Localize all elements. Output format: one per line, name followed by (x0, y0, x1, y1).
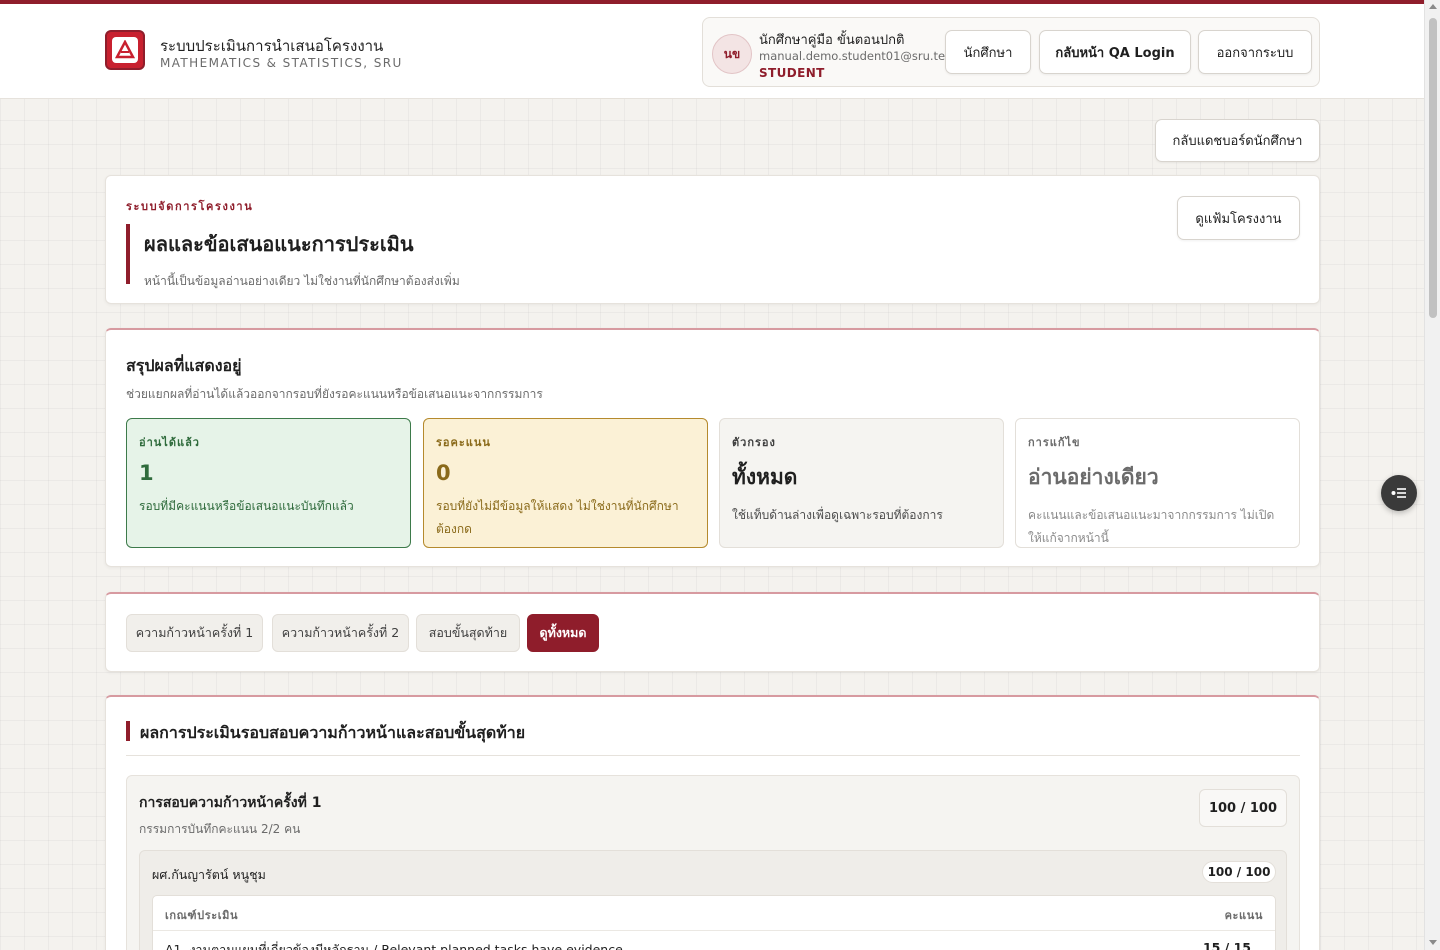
scroll-down-icon[interactable] (1429, 940, 1437, 945)
stat-note: รอบที่ยังไม่มีข้อมูลให้แสดง ไม่ใช่งานที่… (436, 499, 679, 536)
results-title-block: ผลการประเมินรอบสอบความก้าวหน้าและสอบขั้น… (126, 721, 525, 742)
stat-label: ตัวกรอง (732, 436, 776, 449)
results-card: ผลการประเมินรอบสอบความก้าวหน้าและสอบขั้น… (105, 695, 1320, 950)
page-header-card: ระบบจัดการโครงงาน ผลและข้อเสนอแนะการประเ… (105, 175, 1320, 304)
column-header-score: คะแนน (1224, 909, 1263, 922)
tabs-card: ความก้าวหน้าครั้งที่ 1 ความก้าวหน้าครั้ง… (105, 592, 1320, 672)
page-description: หน้านี้เป็นข้อมูลอ่านอย่างเดียว ไม่ใช่งา… (144, 274, 460, 288)
summary-title: สรุปผลที่แสดงอยู่ (126, 356, 242, 375)
scroll-up-icon[interactable] (1429, 4, 1437, 9)
tab-view-all[interactable]: ดูทั้งหมด (527, 614, 599, 652)
stat-pending: รอคะแนน 0 รอบที่ยังไม่มีข้อมูลให้แสดง ไม… (423, 418, 708, 548)
logout-button[interactable]: ออกจากระบบ (1198, 30, 1312, 74)
divider (126, 755, 1300, 756)
committee-score-badge: 100 / 100 (1202, 861, 1276, 883)
criteria-table: เกณฑ์ประเมิน คะแนน A1. งานตามแผนที่เกี่ย… (152, 895, 1276, 950)
stat-readable: อ่านได้แล้ว 1 รอบที่มีคะแนนหรือข้อเสนอแน… (126, 418, 411, 548)
university-logo-icon[interactable] (105, 30, 145, 70)
page-title-block: ผลและข้อเสนอแนะการประเมิน หน้านี้เป็นข้อ… (126, 224, 460, 288)
tab-final-exam[interactable]: สอบขั้นสุดท้าย (416, 614, 520, 652)
stat-value: 0 (436, 461, 451, 485)
stat-value: ทั้งหมด (732, 465, 798, 489)
user-email: manual.demo.student01@sru.test (759, 49, 956, 63)
back-dashboard-button[interactable]: กลับแดชบอร์ดนักศึกษา (1155, 119, 1320, 162)
committee-name: ผศ.กันญารัตน์ หนูชุม (152, 867, 266, 882)
stat-value: 1 (139, 461, 154, 485)
exam-result: การสอบความก้าวหน้าครั้งที่ 1 กรรมการบันท… (126, 775, 1300, 950)
brand-title: ระบบประเมินการนำเสนอโครงงาน (160, 37, 384, 55)
page-eyebrow: ระบบจัดการโครงงาน (126, 200, 254, 213)
stat-filter: ตัวกรอง ทั้งหมด ใช้แท็บด้านล่างเพื่อดูเฉ… (719, 418, 1004, 548)
brand-subtitle: MATHEMATICS & STATISTICS, SRU (160, 56, 403, 70)
stat-label: รอคะแนน (436, 436, 491, 449)
avatar: นข (712, 34, 752, 74)
stat-label: อ่านได้แล้ว (139, 436, 200, 449)
app-header: ระบบประเมินการนำเสนอโครงงาน MATHEMATICS … (0, 4, 1424, 99)
exam-score-badge: 100 / 100 (1199, 789, 1287, 827)
stat-note: รอบที่มีคะแนนหรือข้อเสนอแนะบันทึกแล้ว (139, 499, 354, 513)
table-row-score: 15 / 15 (1202, 940, 1251, 950)
committee-result: ผศ.กันญารัตน์ หนูชุม 100 / 100 เกณฑ์ประเ… (139, 850, 1287, 950)
stat-value: อ่านอย่างเดียว (1028, 465, 1159, 489)
scroll-thumb[interactable] (1429, 18, 1437, 318)
exam-title: การสอบความก้าวหน้าครั้งที่ 1 (139, 795, 322, 811)
page-title: ผลและข้อเสนอแนะการประเมิน (144, 232, 414, 256)
results-title: ผลการประเมินรอบสอบความก้าวหน้าและสอบขั้น… (140, 723, 526, 742)
student-button[interactable]: นักศึกษา (945, 30, 1031, 74)
qa-login-button[interactable]: กลับหน้า QA Login (1039, 30, 1191, 74)
table-row-criteria: A1. งานตามแผนที่เกี่ยวข้องมีหลักฐาน / Re… (165, 942, 623, 950)
tab-progress-1[interactable]: ความก้าวหน้าครั้งที่ 1 (126, 614, 263, 652)
user-panel: นข นักศึกษาคู่มือ ขั้นตอนปกติ manual.dem… (702, 17, 1320, 87)
stat-note: ใช้แท็บด้านล่างเพื่อดูเฉพาะรอบที่ต้องการ (732, 508, 943, 522)
view-project-button[interactable]: ดูแฟ้มโครงงาน (1177, 196, 1300, 240)
page-scrollbar[interactable] (1424, 0, 1440, 950)
summary-description: ช่วยแยกผลที่อ่านได้แล้วออกจากรอบที่ยังรอ… (126, 387, 543, 401)
column-header-criteria: เกณฑ์ประเมิน (165, 909, 239, 922)
user-name: นักศึกษาคู่มือ ขั้นตอนปกติ (759, 33, 905, 48)
stat-editing: การแก้ไข อ่านอย่างเดียว คะแนนและข้อเสนอแ… (1015, 418, 1300, 548)
summary-card: สรุปผลที่แสดงอยู่ ช่วยแยกผลที่อ่านได้แล้… (105, 328, 1320, 567)
row-divider (153, 930, 1275, 931)
tab-progress-2[interactable]: ความก้าวหน้าครั้งที่ 2 (272, 614, 409, 652)
filter-menu-icon[interactable] (1381, 475, 1417, 511)
stat-note: คะแนนและข้อเสนอแนะมาจากกรรมการ ไม่เปิดให… (1028, 508, 1275, 545)
user-role: STUDENT (759, 66, 825, 80)
stat-label: การแก้ไข (1028, 436, 1081, 449)
exam-subtitle: กรรมการบันทึกคะแนน 2/2 คน (139, 822, 301, 836)
